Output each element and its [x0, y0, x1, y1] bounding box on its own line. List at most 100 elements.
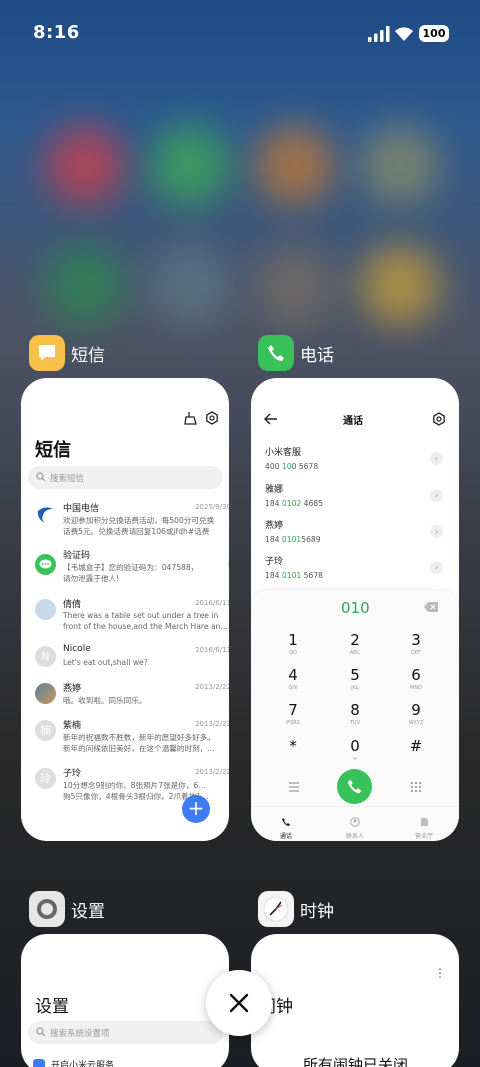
avatar: 玲 — [35, 768, 56, 789]
phone-icon — [347, 779, 362, 794]
app-name-clock: 时钟 — [300, 901, 334, 922]
chat-bubble-icon — [35, 554, 56, 575]
dial-key-5[interactable]: 5 JKL — [335, 666, 375, 691]
settings-icon[interactable] — [432, 412, 446, 426]
wifi-icon — [395, 27, 413, 41]
blurred-bg — [45, 125, 125, 205]
message-preview: 【韦城盒子】您的验证码为：047588， — [63, 563, 199, 572]
message-item[interactable]: 中国电信 2025/9/30 欢迎参加积分兑换话费活动，每500分可兑换 话费5… — [35, 501, 229, 547]
app-header-phone[interactable]: 电话 — [258, 335, 334, 371]
close-icon — [229, 993, 249, 1013]
sms-title: 短信 — [35, 440, 71, 461]
phone-title: 通话 — [343, 416, 363, 427]
blurred-bg — [150, 245, 230, 325]
blurred-bg — [150, 125, 230, 205]
message-sender: 燕婷 — [63, 684, 82, 694]
menu-icon[interactable] — [288, 782, 300, 792]
chevron-right-icon[interactable]: › — [430, 525, 443, 538]
signal-icon — [368, 26, 390, 42]
blurred-bg — [255, 125, 335, 205]
blurred-bg — [255, 245, 335, 325]
broom-icon[interactable] — [184, 411, 198, 425]
message-item[interactable]: 验证码 › 【韦城盒子】您的验证码为：047588， 请勿泄露于他人! — [35, 548, 229, 594]
contact-number: 184 0102 4685 — [265, 499, 323, 508]
back-arrow-icon[interactable] — [264, 413, 278, 425]
dial-key-9[interactable]: 9 WXYZ — [396, 701, 436, 726]
message-sender: 中国电信 — [63, 504, 100, 514]
tab-business-hall[interactable]: 营业厅 — [404, 812, 444, 840]
settings-search-placeholder: 搜索系统设置项 — [50, 1029, 110, 1039]
dial-input[interactable]: 010 — [341, 599, 370, 617]
dial-key-hash[interactable]: # — [396, 737, 436, 756]
settings-app-icon — [29, 891, 65, 927]
sim-icon — [421, 818, 428, 826]
tab-contacts[interactable]: 联系人 — [335, 812, 375, 840]
app-header-settings[interactable]: 设置 — [29, 891, 105, 927]
backspace-icon[interactable] — [424, 602, 438, 612]
dial-key-0[interactable]: 0 + — [335, 737, 375, 762]
message-sender: Nicole — [63, 644, 91, 654]
message-sender: 子玲 — [63, 769, 82, 779]
sms-card[interactable]: 短信 搜索短信 中国电信 2025/9/30 欢迎参加积分兑换话费活动，每500… — [21, 378, 229, 841]
settings-icon[interactable] — [205, 411, 219, 425]
keypad-grid-icon[interactable] — [410, 781, 422, 793]
message-date: 2016/6/13 — [195, 646, 229, 654]
message-preview: 话费5元。兑换话费请回复106或jfdh#话费 — [63, 527, 210, 536]
contact-row[interactable]: 子玲 184 0101 5678 › — [265, 554, 443, 584]
chevron-right-icon[interactable]: › — [430, 489, 443, 502]
contact-row[interactable]: 燕婷 184 01015689 › — [265, 518, 443, 548]
dial-key-3[interactable]: 3 DEF — [396, 631, 436, 656]
call-button[interactable] — [337, 769, 372, 804]
chevron-right-icon[interactable]: › — [430, 452, 443, 465]
message-item[interactable]: 楠 紫楠 2013/2/22 新年的祝福数不胜数，新年的愿望好多好多， 新年的问… — [35, 718, 229, 764]
message-sender: 验证码 — [63, 551, 91, 561]
sms-search-bar[interactable]: 搜索短信 — [28, 466, 223, 489]
message-preview: front of the house,and the March Hare an… — [63, 622, 228, 631]
message-preview: 新年的问候依旧美好，在这个温馨的时刻，... — [63, 744, 215, 753]
dial-key-star[interactable]: * — [273, 737, 313, 756]
status-time: 8:16 — [33, 22, 80, 43]
blurred-bg — [360, 245, 440, 325]
app-name-sms: 短信 — [71, 345, 105, 366]
app-header-clock[interactable]: 时钟 — [258, 891, 334, 927]
dial-key-2[interactable]: 2 ABC — [335, 631, 375, 656]
contact-name: 子玲 — [265, 557, 284, 567]
dial-key-8[interactable]: 8 TUV — [335, 701, 375, 726]
clock-empty-text: 所有闹钟已关闭 — [303, 1056, 409, 1067]
dial-key-4[interactable]: 4 GHI — [273, 666, 313, 691]
divider — [251, 806, 459, 807]
contact-row[interactable]: 小米客服 400 100 5678 › — [265, 445, 443, 475]
contact-number: 184 0101 5678 — [265, 571, 323, 580]
app-header-sms[interactable]: 短信 — [29, 335, 105, 371]
avatar: 楠 — [35, 720, 56, 741]
contact-name: 小米客服 — [265, 448, 302, 458]
contact-row[interactable]: 雅娜 184 0102 4685 › — [265, 482, 443, 512]
blurred-bg — [360, 125, 440, 205]
settings-item-label[interactable]: 开启小米云服务 — [51, 1058, 114, 1067]
message-sender: 倩倩 — [63, 600, 82, 610]
clock-card[interactable]: ⋮ 闹钟 所有闹钟已关闭 — [251, 934, 459, 1067]
clear-all-button[interactable] — [206, 970, 272, 1036]
app-name-phone: 电话 — [300, 345, 334, 366]
phone-app-icon — [258, 335, 294, 371]
dial-key-6[interactable]: 6 MNO — [396, 666, 436, 691]
settings-card[interactable]: 设置 搜索系统设置项 开启小米云服务 — [21, 934, 229, 1067]
contact-number: 184 01015689 — [265, 535, 321, 544]
message-preview: 请勿泄露于他人! — [63, 574, 120, 583]
dial-key-1[interactable]: 1 QO — [273, 631, 313, 656]
sms-search-placeholder: 搜索短信 — [50, 474, 85, 484]
message-date: 2013/2/22 — [195, 720, 229, 728]
compose-button[interactable]: + — [182, 795, 210, 823]
phone-card[interactable]: 通话 小米客服 400 100 5678 › 雅娜 184 0102 4685 … — [251, 378, 459, 841]
contact-name: 雅娜 — [265, 485, 284, 495]
message-item[interactable]: 倩倩 2016/6/13 There was a table set out u… — [35, 597, 229, 643]
settings-search-bar[interactable]: 搜索系统设置项 — [28, 1021, 223, 1044]
dial-key-7[interactable]: 7 PQRS — [273, 701, 313, 726]
tab-calls[interactable]: 通话 — [266, 812, 306, 840]
battery-indicator: 100 — [419, 25, 449, 42]
avatar — [35, 683, 56, 704]
message-preview: There was a table set out under a tree i… — [63, 611, 219, 620]
chevron-right-icon[interactable]: › — [430, 561, 443, 574]
message-date: 2013/2/22 — [195, 683, 229, 691]
more-options-icon[interactable]: ⋮ — [434, 966, 446, 980]
